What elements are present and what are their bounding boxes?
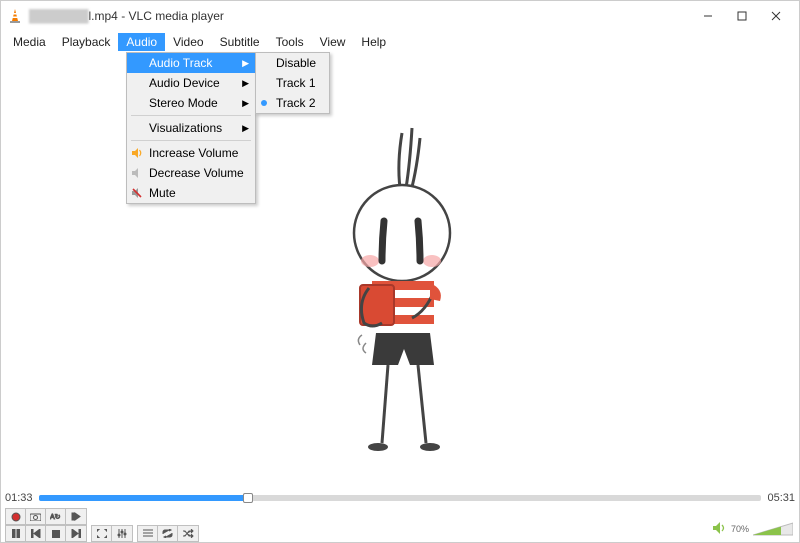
menuitem-audio-device[interactable]: Audio Device▶ [127,73,255,93]
atob-loop-button[interactable]: A↻ [46,509,66,524]
svg-text:A↻: A↻ [50,514,61,521]
loop-button[interactable] [158,526,178,541]
menu-video[interactable]: Video [165,33,211,51]
submenu-arrow-icon: ▶ [242,58,249,69]
menu-tools[interactable]: Tools [268,33,312,51]
view-group [91,525,133,542]
menuitem-track-1[interactable]: Track 1 [256,73,329,93]
record-button[interactable] [6,509,26,524]
menu-subtitle[interactable]: Subtitle [212,33,268,51]
frame-step-button[interactable] [66,509,86,524]
seek-thumb[interactable] [243,493,253,503]
menuitem-decrease-volume[interactable]: Decrease Volume [127,163,255,183]
seek-slider[interactable] [39,495,762,501]
close-button[interactable] [759,4,793,28]
submenu-arrow-icon: ▶ [242,98,249,109]
time-total: 05:31 [767,492,795,504]
menuitem-audio-track[interactable]: Audio Track▶ [127,53,255,73]
audio-menu-dropdown: Audio Track▶ Audio Device▶ Stereo Mode▶ … [126,52,256,204]
audio-track-submenu: Disable Track 1 Track 2 [255,52,330,114]
time-elapsed: 01:33 [5,492,33,504]
next-button[interactable] [66,526,86,541]
menu-view[interactable]: View [312,33,354,51]
menu-audio[interactable]: Audio [118,33,165,51]
seek-row: 01:33 05:31 [5,489,795,507]
maximize-button[interactable] [725,4,759,28]
menu-media[interactable]: Media [5,33,54,51]
volume-up-icon [130,146,144,160]
submenu-arrow-icon: ▶ [242,123,249,134]
menu-help[interactable]: Help [353,33,394,51]
menu-separator [131,115,251,116]
menuitem-track-disable[interactable]: Disable [256,53,329,73]
stop-button[interactable] [46,526,66,541]
menuitem-mute[interactable]: Mute [127,183,255,203]
video-canvas[interactable] [2,53,798,489]
mute-icon [130,186,144,200]
controls-row: A↻ 70% [3,508,797,542]
shuffle-button[interactable] [178,526,198,541]
playlist-group [137,525,199,542]
menu-playback[interactable]: Playback [54,33,119,51]
pause-button[interactable] [6,526,26,541]
volume-down-icon [130,166,144,180]
vlc-cone-icon [7,8,23,24]
speaker-icon[interactable] [713,522,727,536]
menu-separator [131,140,251,141]
minimize-button[interactable] [691,4,725,28]
extended-settings-button[interactable] [112,526,132,541]
menubar: Media Playback Audio Video Subtitle Tool… [1,31,799,53]
playback-group [5,525,87,542]
seek-fill [39,495,249,501]
playlist-button[interactable] [138,526,158,541]
volume-percent: 70% [731,524,749,534]
volume-slider[interactable] [753,522,793,536]
menuitem-visualizations[interactable]: Visualizations▶ [127,118,255,138]
record-group: A↻ [5,508,87,525]
menuitem-track-2[interactable]: Track 2 [256,93,329,113]
video-frame-illustration [302,113,502,489]
menuitem-stereo-mode[interactable]: Stereo Mode▶ [127,93,255,113]
prev-button[interactable] [26,526,46,541]
titlebar: ███████l.mp4 - VLC media player [1,1,799,31]
menuitem-increase-volume[interactable]: Increase Volume [127,143,255,163]
snapshot-button[interactable] [26,509,46,524]
volume-area: 70% [713,522,793,536]
window-title: ███████l.mp4 - VLC media player [29,9,224,23]
submenu-arrow-icon: ▶ [242,78,249,89]
fullscreen-button[interactable] [92,526,112,541]
